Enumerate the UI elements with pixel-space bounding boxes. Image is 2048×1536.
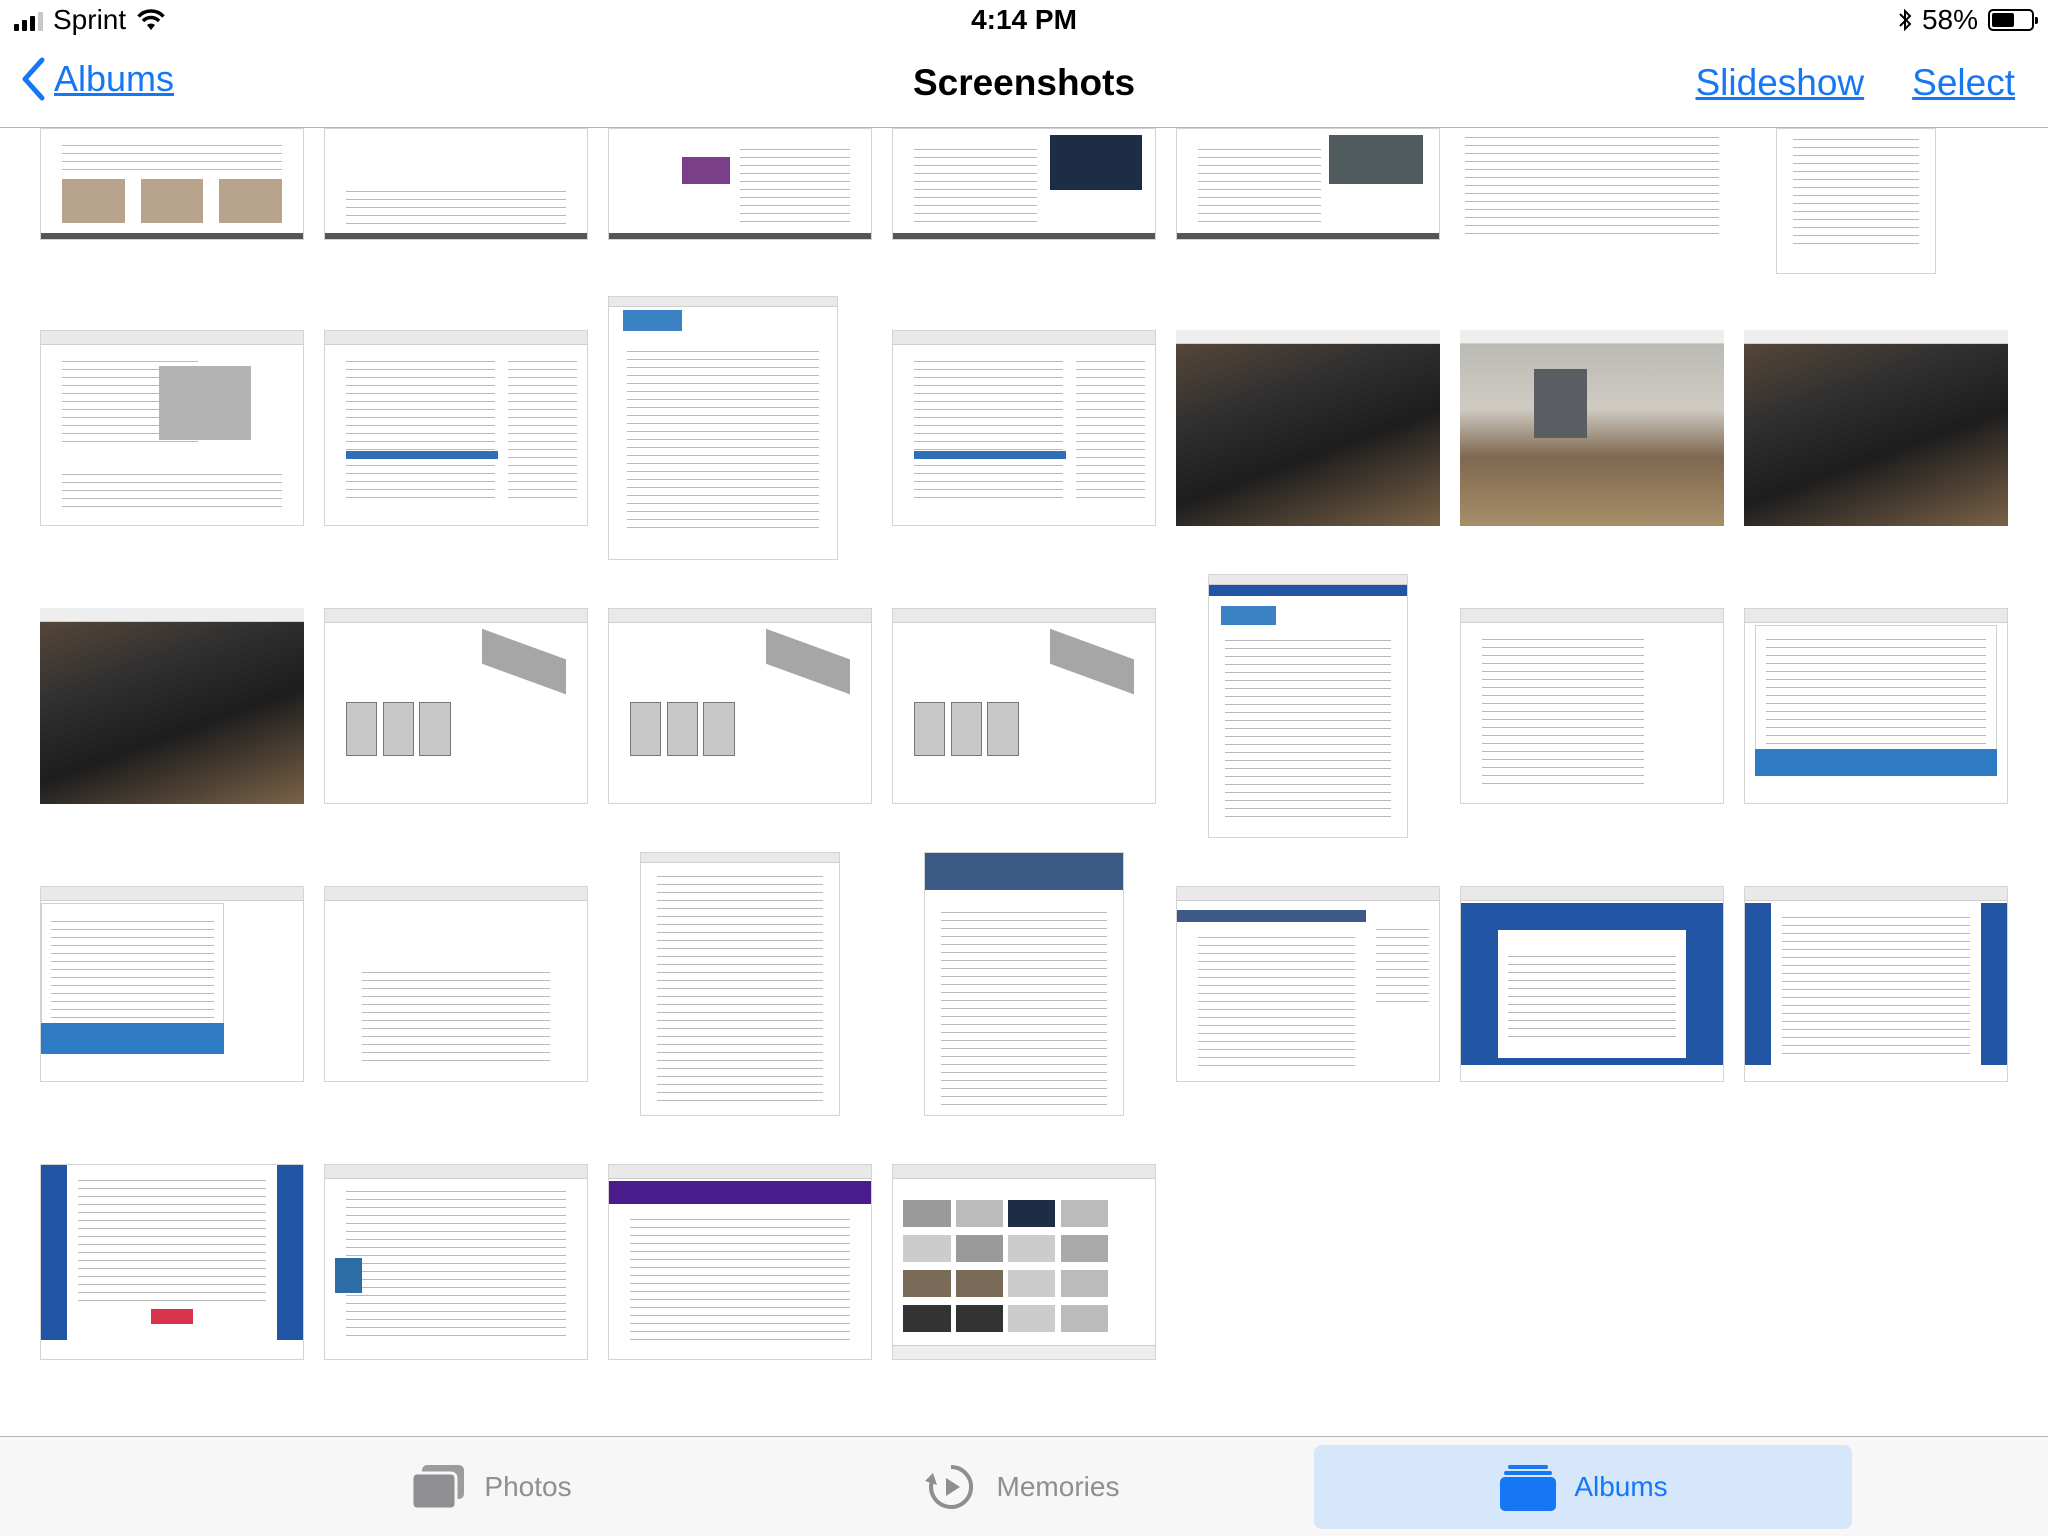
tab-albums-label: Albums	[1574, 1471, 1668, 1502]
screenshot-thumbnail[interactable]	[1176, 330, 1440, 526]
screenshot-thumbnail[interactable]	[1460, 330, 1724, 526]
screenshot-thumbnail[interactable]	[1460, 128, 1724, 240]
screenshot-thumbnail[interactable]	[1744, 608, 2008, 804]
screenshot-thumbnail[interactable]	[40, 128, 304, 240]
status-bar-right: 58%	[1898, 4, 2038, 36]
screenshot-thumbnail[interactable]	[1208, 574, 1408, 838]
screenshot-thumbnail[interactable]	[324, 1164, 588, 1360]
back-button[interactable]: Albums	[20, 56, 174, 102]
screenshot-thumbnail[interactable]	[608, 608, 872, 804]
screenshot-thumbnail[interactable]	[40, 330, 304, 526]
back-button-label: Albums	[54, 58, 175, 99]
screenshot-thumbnail[interactable]	[1460, 886, 1724, 1082]
photos-stack-icon	[410, 1465, 465, 1511]
screenshot-thumbnail[interactable]	[608, 128, 872, 240]
screenshot-thumbnail[interactable]	[324, 128, 588, 240]
status-bar: Sprint 4:14 PM 58%	[0, 0, 2048, 42]
screenshot-thumbnail[interactable]	[608, 296, 838, 560]
status-time: 4:14 PM	[971, 4, 1077, 35]
screenshot-thumbnail[interactable]	[892, 128, 1156, 240]
chevron-left-icon	[22, 57, 45, 101]
screenshot-thumbnail[interactable]	[1460, 608, 1724, 804]
screenshot-thumbnail[interactable]	[608, 1164, 872, 1360]
screenshot-thumbnail[interactable]	[1176, 128, 1440, 240]
bluetooth-icon	[1899, 8, 1912, 32]
battery-percent: 58%	[1921, 4, 1978, 35]
tab-photos-label: Photos	[484, 1471, 572, 1502]
select-button[interactable]: Select	[1912, 62, 2015, 104]
screenshot-thumbnail[interactable]	[1744, 330, 2008, 526]
tab-memories-label: Memories	[996, 1471, 1120, 1502]
battery-fill	[1992, 13, 2014, 27]
screenshot-thumbnail[interactable]	[1776, 128, 1936, 274]
screenshot-grid	[0, 128, 2048, 1436]
slideshow-button[interactable]: Slideshow	[1696, 62, 1865, 104]
screenshot-thumbnail[interactable]	[40, 886, 304, 1082]
screenshot-thumbnail[interactable]	[892, 1164, 1156, 1360]
screenshot-thumbnail[interactable]	[324, 608, 588, 804]
screenshot-thumbnail[interactable]	[892, 330, 1156, 526]
tab-albums[interactable]: Albums	[1314, 1445, 1852, 1529]
screenshot-thumbnail[interactable]	[640, 852, 840, 1116]
screenshot-thumbnail[interactable]	[1744, 886, 2008, 1082]
screenshot-thumbnail[interactable]	[40, 608, 304, 804]
tab-photos[interactable]: Photos	[360, 1445, 620, 1529]
memories-icon	[924, 1464, 973, 1509]
nav-actions: Slideshow Select	[1696, 62, 2016, 104]
battery-icon	[1988, 9, 2038, 31]
screenshot-thumbnail[interactable]	[892, 608, 1156, 804]
albums-icon	[1500, 1465, 1557, 1511]
screenshot-thumbnail[interactable]	[324, 330, 588, 526]
navigation-bar: Albums Screenshots Slideshow Select	[0, 42, 2048, 128]
tab-memories[interactable]: Memories	[900, 1445, 1140, 1529]
tab-bar: Photos Memories Albums	[0, 1436, 2048, 1536]
screenshot-thumbnail[interactable]	[324, 886, 588, 1082]
screenshot-thumbnail[interactable]	[1176, 886, 1440, 1082]
screenshot-thumbnail[interactable]	[924, 852, 1124, 1116]
screenshot-thumbnail[interactable]	[40, 1164, 304, 1360]
